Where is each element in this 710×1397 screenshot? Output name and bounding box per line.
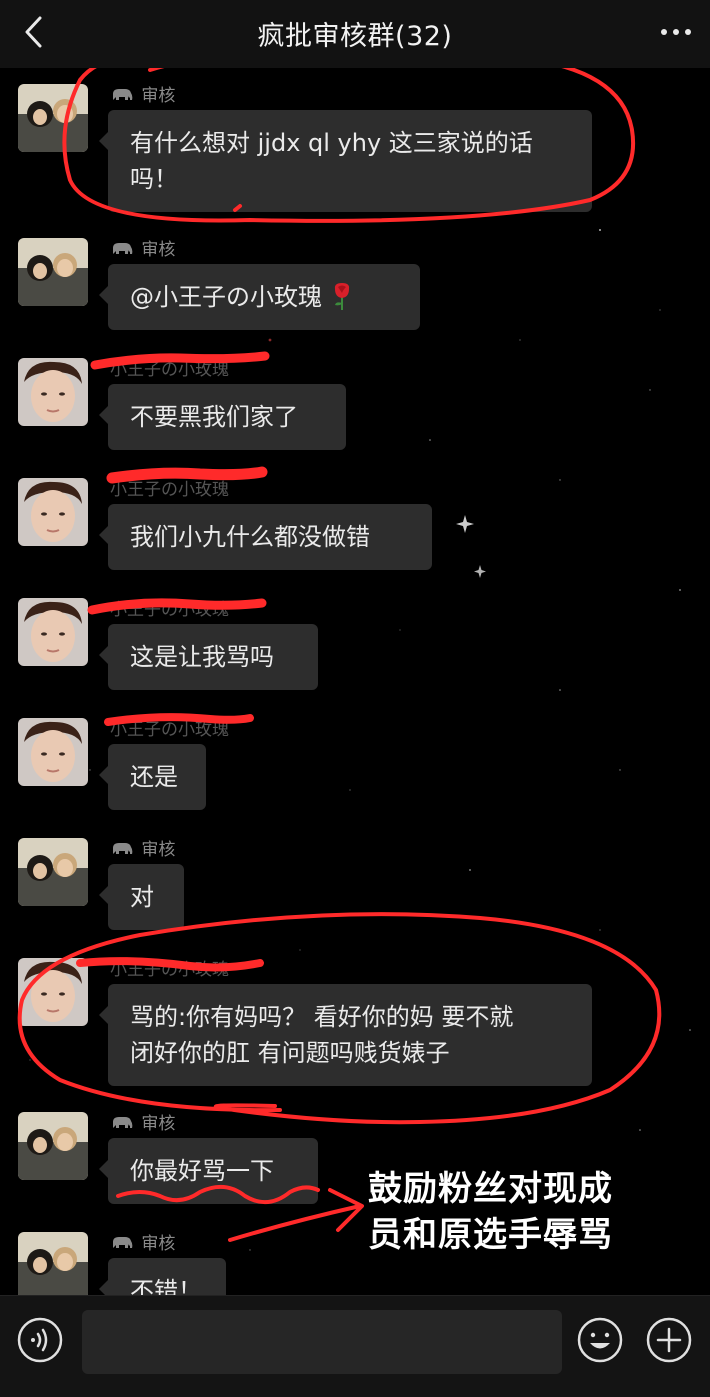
chat-input-bar xyxy=(0,1295,710,1397)
message-text: 我们小九什么都没做错 xyxy=(130,523,370,551)
message-text: 还是 xyxy=(130,763,178,791)
group-photo-avatar[interactable] xyxy=(18,238,88,306)
message-bubble[interactable]: @小王子の小玫瑰 xyxy=(99,264,420,330)
message-text-line: 有什么想对 jjdx ql yhy 这三家说的话 xyxy=(130,129,533,157)
sender-name: 小王子の小玫瑰 xyxy=(110,478,229,502)
sender-name-text: 审核 xyxy=(141,840,176,860)
message-list[interactable]: 审核 有什么想对 jjdx ql yhy 这三家说的话 吗！ 审核 @小王子の小… xyxy=(0,68,710,1295)
elephant-icon xyxy=(113,843,133,854)
message-text: 这是让我骂吗 xyxy=(130,643,274,671)
chat-title: 疯批审核群(32) xyxy=(257,21,453,52)
sender-name-text: 小王子の小玫瑰 xyxy=(110,960,229,980)
group-photo-avatar[interactable] xyxy=(18,838,88,906)
sender-name: 审核 xyxy=(110,84,175,108)
message-bubble[interactable]: 不要黑我们家了 xyxy=(99,384,346,450)
message-text: @小王子の小玫瑰 xyxy=(130,283,322,311)
sender-name: 小王子の小玫瑰 xyxy=(110,598,229,622)
elephant-icon xyxy=(113,1117,133,1128)
message-text: 对 xyxy=(130,883,154,911)
elephant-icon xyxy=(113,1237,133,1248)
sender-name: 审核 xyxy=(110,1232,175,1256)
selfie-avatar[interactable] xyxy=(18,478,88,546)
selfie-avatar[interactable] xyxy=(18,358,88,426)
plus-icon xyxy=(646,1317,692,1363)
message-bubble[interactable]: 骂的:你有妈吗？ 看好你的妈 要不就 闭好你的肛 有问题吗贱货婊子 xyxy=(99,984,592,1086)
annotation-caption-line: 员和原选手辱骂 xyxy=(368,1215,613,1255)
message-bubble[interactable]: 不错！ xyxy=(99,1258,226,1295)
message-text: 不要黑我们家了 xyxy=(130,403,298,431)
message-bubble[interactable]: 对 xyxy=(99,864,184,930)
sender-name-text: 审核 xyxy=(141,86,176,106)
message-bubble[interactable]: 你最好骂一下 xyxy=(99,1138,318,1204)
selfie-avatar[interactable] xyxy=(18,598,88,666)
chat-header: 疯批审核群(32) xyxy=(0,0,710,68)
sender-name: 审核 xyxy=(110,1112,175,1136)
sender-name: 审核 xyxy=(110,238,175,262)
sender-name: 小王子の小玫瑰 xyxy=(110,718,229,742)
sender-name-text: 小王子の小玫瑰 xyxy=(110,600,229,620)
message-text-line: 闭好你的肛 有问题吗贱货婊子 xyxy=(130,1039,450,1067)
selfie-avatar[interactable] xyxy=(18,958,88,1026)
sender-name: 小王子の小玫瑰 xyxy=(110,958,229,982)
message-text: 不错！ xyxy=(130,1277,202,1295)
message-bubble[interactable]: 我们小九什么都没做错 xyxy=(99,504,432,570)
message-input[interactable] xyxy=(82,1310,562,1374)
sender-name-text: 小王子の小玫瑰 xyxy=(110,480,229,500)
more-button[interactable] xyxy=(656,14,696,50)
elephant-icon xyxy=(113,243,133,254)
annotation-caption: 鼓励粉丝对现成 员和原选手辱骂 xyxy=(368,1166,668,1258)
sender-name-text: 小王子の小玫瑰 xyxy=(110,720,229,740)
sender-name-text: 审核 xyxy=(141,1234,176,1254)
message-text-line: 吗！ xyxy=(130,165,178,193)
message-bubble[interactable]: 这是让我骂吗 xyxy=(99,624,318,690)
rose-icon xyxy=(334,283,349,310)
voice-icon xyxy=(17,1317,63,1363)
annotation-caption-line: 鼓励粉丝对现成 xyxy=(368,1169,613,1209)
group-photo-avatar[interactable] xyxy=(18,1112,88,1180)
plus-button[interactable] xyxy=(645,1316,693,1364)
emoji-button[interactable] xyxy=(576,1316,624,1364)
sender-name-text: 审核 xyxy=(141,240,176,260)
selfie-avatar[interactable] xyxy=(18,718,88,786)
sender-name-text: 小王子の小玫瑰 xyxy=(110,360,229,380)
message-bubble[interactable]: 有什么想对 jjdx ql yhy 这三家说的话 吗！ xyxy=(99,110,592,212)
sender-name: 小王子の小玫瑰 xyxy=(110,358,229,382)
elephant-icon xyxy=(113,89,133,100)
group-photo-avatar[interactable] xyxy=(18,84,88,152)
message-bubble[interactable]: 还是 xyxy=(99,744,206,810)
emoji-icon xyxy=(577,1317,623,1363)
message-text: 你最好骂一下 xyxy=(130,1157,274,1185)
message-text-line: 骂的:你有妈吗？ 看好你的妈 要不就 xyxy=(130,1003,514,1031)
group-photo-avatar[interactable] xyxy=(18,1232,88,1295)
ellipsis-icon xyxy=(661,29,691,35)
sender-name-text: 审核 xyxy=(141,1114,176,1134)
voice-button[interactable] xyxy=(16,1316,64,1364)
sender-name: 审核 xyxy=(110,838,175,862)
